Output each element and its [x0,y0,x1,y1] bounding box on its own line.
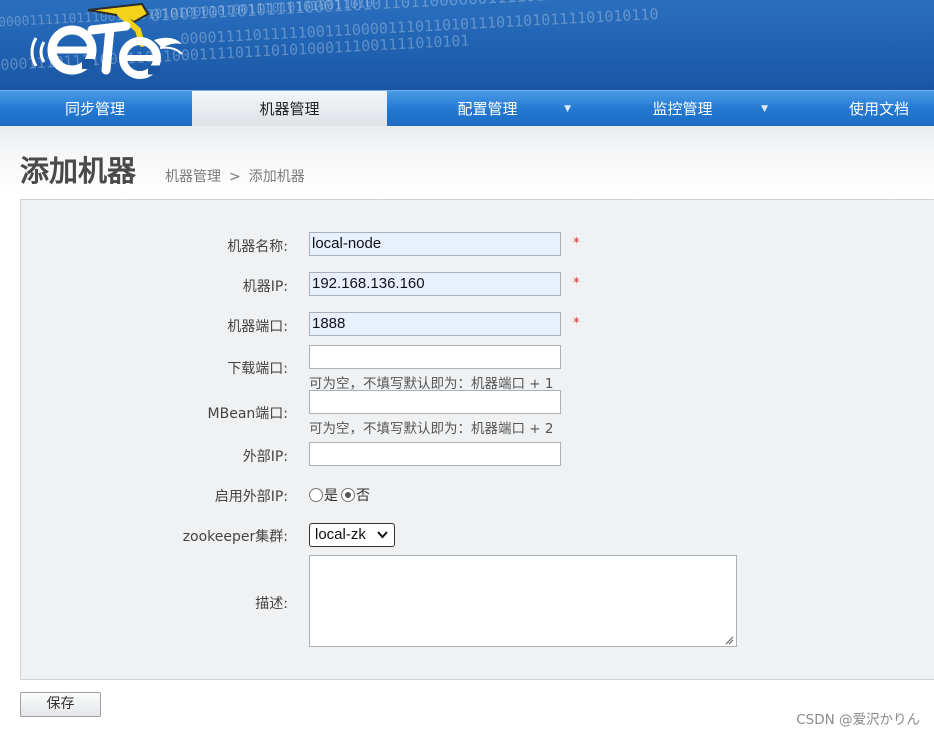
main-nav: 同步管理 机器管理 配置管理 ▼ 监控管理 ▼ 使用文档 [0,90,934,127]
nav-item-sync[interactable]: 同步管理 [0,91,190,127]
mbean-port-hint: 可为空，不填写默认即为：机器端口 + 2 [309,421,554,437]
required-mark: * [573,236,580,251]
radio-yes[interactable] [309,488,323,502]
machine-name-label: 机器名称: [227,239,288,255]
radio-no-label[interactable]: 否 [356,485,370,505]
nav-item-label: 配置管理 [457,100,518,118]
chevron-down-icon: ▼ [761,104,768,114]
page-title: 添加机器 [20,154,137,188]
nav-item-docs[interactable]: 使用文档 [780,91,934,127]
required-mark: * [573,276,580,291]
required-mark: * [573,316,580,331]
resize-grip-icon[interactable] [724,635,734,645]
radio-no[interactable] [341,488,355,502]
nav-item-label: 监控管理 [652,100,713,118]
download-port-hint: 可为空，不填写默认即为：机器端口 + 1 [309,376,554,392]
breadcrumb: 机器管理 > 添加机器 [165,166,313,186]
radio-yes-label[interactable]: 是 [324,485,338,505]
machine-port-input[interactable]: 1888 [309,312,561,336]
mbean-port-label: MBean端口: [207,406,288,422]
enable-external-ip-label: 启用外部IP: [214,489,288,505]
download-port-input[interactable] [309,345,561,369]
download-port-label: 下载端口: [227,361,288,377]
watermark: CSDN @爱沢かりん [796,712,920,728]
machine-name-input[interactable]: local-node [309,232,561,256]
breadcrumb-item: 添加机器 [248,169,305,185]
subheader-background [0,126,934,196]
nav-item-label: 使用文档 [848,100,909,118]
machine-ip-input[interactable]: 192.168.136.160 [309,272,561,296]
zookeeper-selected-value: local-zk [315,526,366,543]
machine-port-label: 机器端口: [227,319,288,335]
nav-item-config[interactable]: 配置管理 ▼ [390,91,585,127]
chevron-down-icon: ▼ [564,104,571,114]
nav-item-monitor[interactable]: 监控管理 ▼ [585,91,780,127]
logo-icon [30,2,183,79]
nav-item-label: 机器管理 [259,100,320,118]
header-banner: 0100110110101111000110101101100000011110… [0,0,934,90]
external-ip-input[interactable] [309,442,561,466]
breadcrumb-separator: > [229,169,241,185]
description-label: 描述: [255,596,288,612]
mbean-port-input[interactable] [309,390,561,414]
description-textarea[interactable] [309,555,737,647]
machine-ip-label: 机器IP: [242,279,288,295]
breadcrumb-item[interactable]: 机器管理 [165,169,221,185]
zookeeper-label: zookeeper集群: [182,529,288,545]
save-button[interactable]: 保存 [20,692,101,717]
chevron-down-icon [377,531,388,539]
nav-item-label: 同步管理 [64,100,125,118]
zookeeper-select[interactable]: local-zk [309,523,395,547]
external-ip-label: 外部IP: [242,449,288,465]
nav-item-machine[interactable]: 机器管理 [192,91,387,127]
enable-external-ip-radio-group: 是 否 [309,485,370,505]
